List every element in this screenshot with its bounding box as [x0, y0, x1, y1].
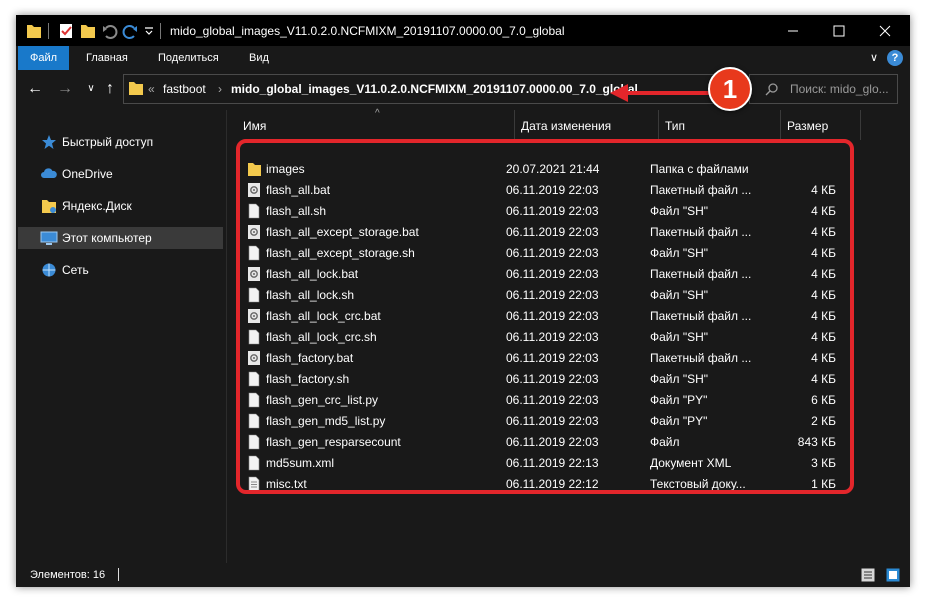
undo-icon[interactable]: [102, 22, 118, 40]
tab-home[interactable]: Главная: [74, 46, 140, 70]
collapse-ribbon-button[interactable]: ∨: [870, 51, 878, 64]
separator: [160, 23, 161, 39]
title-bar: mido_global_images_V11.0.2.0.NCFMIXM_201…: [16, 15, 910, 46]
breadcrumb-current[interactable]: mido_global_images_V11.0.2.0.NCFMIXM_201…: [231, 82, 638, 96]
status-bar: Элементов: 16: [16, 563, 910, 587]
details-view-icon[interactable]: [861, 568, 875, 582]
properties-icon[interactable]: [58, 22, 74, 40]
sidebar-item-quick-access[interactable]: Быстрый доступ: [18, 131, 223, 153]
highlight-frame: [236, 139, 854, 494]
ribbon-tabs: Файл Главная Поделиться Вид ∨ ?: [16, 46, 910, 70]
breadcrumb-overflow[interactable]: «: [148, 82, 155, 96]
separator: [48, 23, 49, 39]
arrow-icon: [610, 84, 710, 102]
customize-toolbar-icon[interactable]: [144, 26, 154, 44]
column-date[interactable]: Дата изменения: [515, 110, 659, 140]
sidebar-item-onedrive[interactable]: OneDrive: [18, 163, 223, 185]
window-title: mido_global_images_V11.0.2.0.NCFMIXM_201…: [170, 24, 565, 38]
item-count: Элементов: 16: [30, 569, 106, 581]
close-button[interactable]: [862, 15, 908, 46]
network-icon: [42, 263, 56, 277]
breadcrumb-fastboot[interactable]: fastboot: [163, 82, 206, 96]
search-placeholder: Поиск: mido_glo...: [790, 82, 889, 96]
forward-button[interactable]: →: [54, 78, 76, 100]
sidebar-item-label: Яндекс.Диск: [62, 199, 132, 213]
sidebar-item-label: Этот компьютер: [62, 231, 152, 245]
minimize-icon: [788, 30, 798, 31]
column-size[interactable]: Размер: [781, 110, 861, 140]
large-icons-view-icon[interactable]: [886, 568, 900, 582]
cloud-icon: [41, 168, 57, 178]
up-button[interactable]: ↑: [99, 78, 121, 100]
maximize-icon: [833, 25, 845, 36]
sidebar-item-this-pc[interactable]: Этот компьютер: [18, 227, 223, 249]
redo-icon[interactable]: [122, 22, 138, 40]
breadcrumb-separator: ›: [218, 82, 222, 96]
pane-divider[interactable]: [226, 110, 227, 563]
separator: [118, 568, 119, 581]
new-folder-icon[interactable]: [80, 22, 96, 40]
folder-icon: [27, 25, 41, 38]
folder-icon: [129, 82, 143, 95]
maximize-button[interactable]: [816, 15, 862, 46]
computer-icon: [40, 231, 58, 245]
tab-file[interactable]: Файл: [18, 46, 70, 70]
column-type[interactable]: Тип: [659, 110, 781, 140]
tab-view[interactable]: Вид: [237, 46, 281, 70]
help-icon[interactable]: ?: [887, 50, 903, 66]
column-header: ^ Имя Дата изменения Тип Размер: [227, 108, 910, 140]
close-icon: [879, 25, 891, 36]
step-badge: 1: [708, 67, 752, 111]
search-icon: [765, 83, 778, 96]
sidebar-item-label: Сеть: [62, 263, 89, 277]
sidebar-item-yandex-disk[interactable]: Яндекс.Диск: [18, 195, 223, 217]
sidebar-item-network[interactable]: Сеть: [18, 259, 223, 281]
minimize-button[interactable]: [770, 15, 816, 46]
search-box[interactable]: Поиск: mido_glo...: [749, 74, 898, 104]
column-name[interactable]: Имя: [237, 110, 515, 140]
back-button[interactable]: ←: [24, 78, 46, 100]
star-icon: [42, 135, 56, 149]
navigation-pane: Быстрый доступ OneDrive Яндекс.Диск Этот…: [16, 110, 226, 563]
navigation-bar: ← → ∨ ↑ « fastboot › mido_global_images_…: [16, 70, 910, 110]
sidebar-item-label: OneDrive: [62, 167, 113, 181]
yandex-disk-icon: [42, 200, 56, 213]
tab-share[interactable]: Поделиться: [146, 46, 231, 70]
sidebar-item-label: Быстрый доступ: [62, 135, 154, 149]
